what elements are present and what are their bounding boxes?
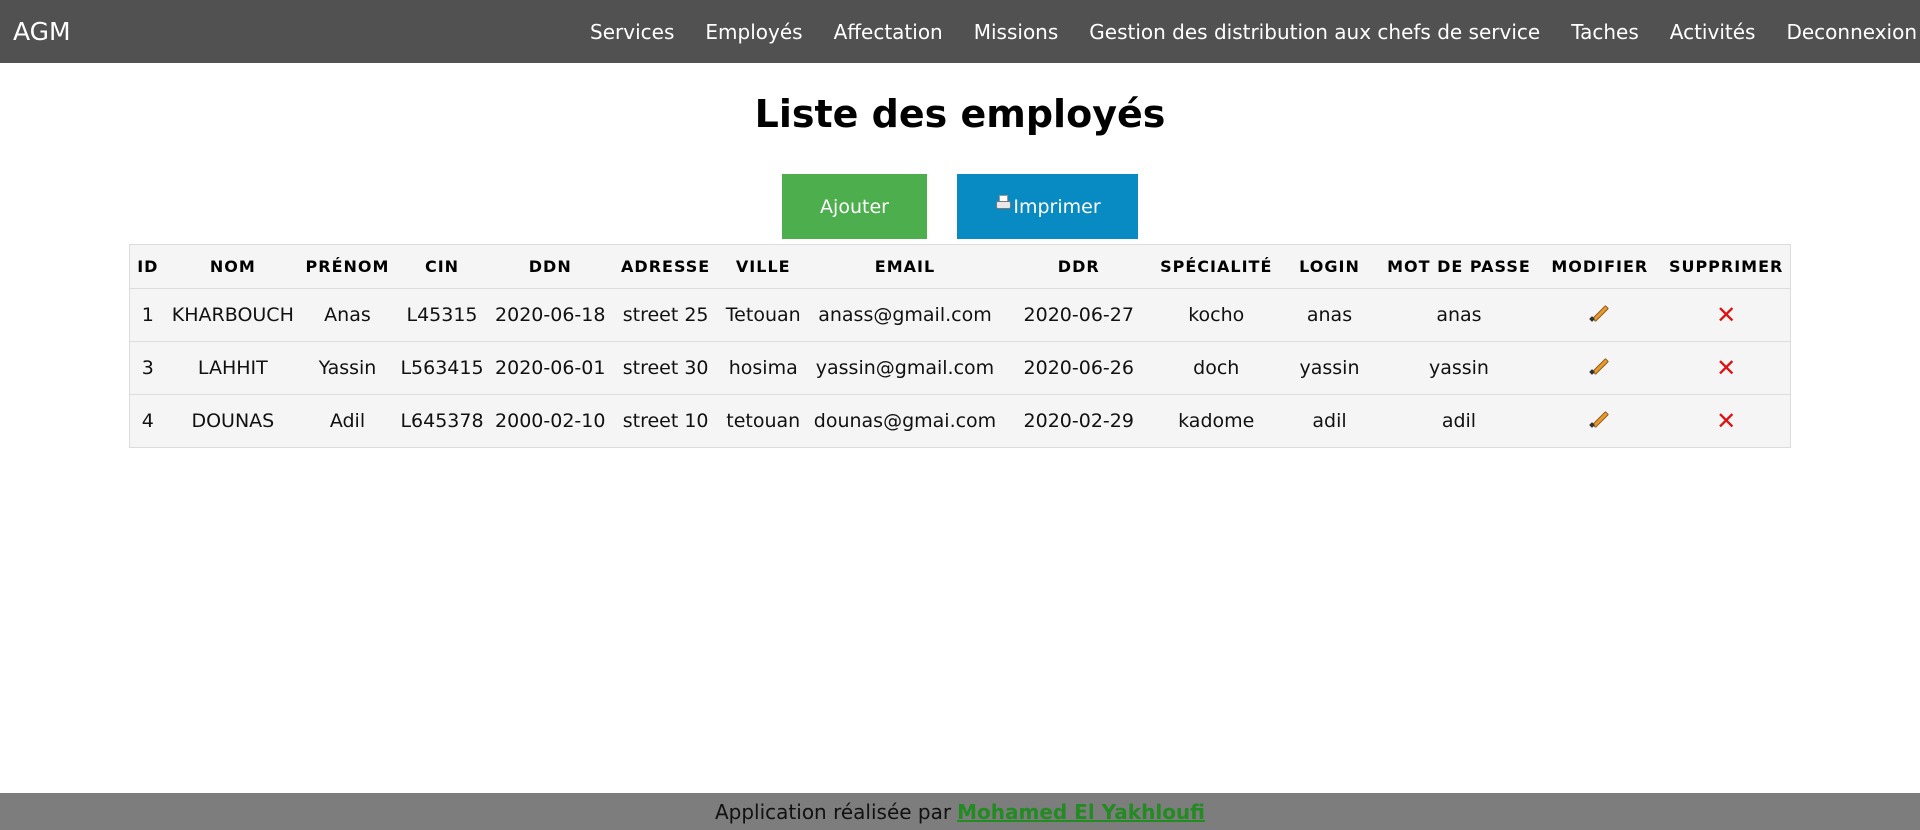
nav-item-activites[interactable]: Activités [1670, 20, 1756, 44]
table-row: 1 KHARBOUCH Anas L45315 2020-06-18 stree… [129, 288, 1791, 342]
cell-ddr: 2020-06-27 [1003, 288, 1155, 342]
cell-mot-de-passe: yassin [1380, 341, 1538, 395]
cell-specialite: doch [1154, 341, 1279, 395]
cell-prenom: Yassin [300, 341, 395, 395]
cell-nom: KHARBOUCH [165, 288, 301, 342]
cell-prenom: Anas [300, 288, 395, 342]
table-body: 1 KHARBOUCH Anas L45315 2020-06-18 stree… [129, 288, 1791, 448]
cell-ville: tetouan [726, 410, 801, 432]
col-header-ddn: DDN [489, 244, 612, 289]
col-header-ville: VILLE [719, 244, 807, 289]
cell-cin: L563415 [394, 341, 490, 395]
pencil-icon[interactable] [1588, 302, 1611, 324]
nav-menu: Services Employés Affectation Missions G… [559, 0, 1920, 63]
cell-id: 3 [129, 341, 166, 395]
nav-item-gestion-distribution[interactable]: Gestion des distribution aux chefs de se… [1089, 20, 1540, 44]
cell-modifier [1537, 288, 1663, 342]
cell-adresse: street 10 [622, 410, 709, 432]
cell-modifier [1537, 341, 1663, 395]
col-header-ddr: DDR [1003, 244, 1155, 289]
cell-nom: LAHHIT [165, 341, 301, 395]
cell-cin: L45315 [394, 288, 490, 342]
table-row: 3 LAHHIT Yassin L563415 2020-06-01 stree… [129, 341, 1791, 395]
pencil-icon[interactable] [1588, 355, 1611, 377]
cell-ddn: 2020-06-01 [489, 341, 612, 395]
cell-id: 4 [141, 410, 154, 432]
cell-supprimer: ✕ [1662, 341, 1791, 395]
nav-item-missions[interactable]: Missions [974, 20, 1059, 44]
cell-login: adil [1312, 410, 1347, 432]
cell-adresse: street 25 [611, 288, 720, 342]
header-row: ID NOM PRÉNOM CIN DDN ADRESSE VILLE EMAI… [129, 244, 1791, 289]
action-buttons: Ajouter Imprimer [0, 174, 1920, 239]
printer-icon [994, 194, 1012, 213]
nav-item-employes[interactable]: Employés [705, 20, 802, 44]
cell-nom: DOUNAS [191, 410, 275, 432]
cell-mot-de-passe: adil [1441, 410, 1477, 432]
nav-item-taches[interactable]: Taches [1571, 20, 1639, 44]
col-header-cin: CIN [394, 244, 490, 289]
col-header-specialite: SPÉCIALITÉ [1154, 244, 1279, 289]
nav-item-services[interactable]: Services [590, 20, 674, 44]
close-icon[interactable]: ✕ [1716, 409, 1736, 433]
cell-ddr: 2020-06-26 [1003, 341, 1155, 395]
pencil-icon[interactable] [1588, 408, 1611, 430]
cell-supprimer: ✕ [1662, 288, 1791, 342]
cell-email: yassin@gmail.com [806, 341, 1004, 395]
col-header-login: LOGIN [1278, 244, 1381, 289]
cell-ddn: 2020-06-18 [489, 288, 612, 342]
nav-item-affectation[interactable]: Affectation [834, 20, 943, 44]
footer: Application réalisée par Mohamed El Yakh… [0, 793, 1920, 830]
cell-modifier [1537, 395, 1662, 448]
cell-ddr: 2020-02-29 [1023, 410, 1134, 432]
print-button[interactable]: Imprimer [957, 174, 1138, 239]
close-icon[interactable]: ✕ [1716, 303, 1736, 327]
cell-email: anass@gmail.com [806, 288, 1004, 342]
footer-text: Application réalisée par [714, 799, 952, 824]
cell-ddn: 2000-02-10 [495, 410, 606, 432]
cell-mot-de-passe: anas [1380, 288, 1538, 342]
close-icon[interactable]: ✕ [1716, 356, 1736, 380]
cell-login: yassin [1278, 341, 1381, 395]
cell-prenom: Adil [329, 410, 366, 432]
cell-email: dounas@gmai.com [813, 410, 997, 432]
col-header-adresse: ADRESSE [611, 244, 720, 289]
cell-ville: hosima [719, 341, 807, 395]
col-header-email: EMAIL [806, 244, 1004, 289]
table-row: 4 DOUNAS Adil L645378 2000-02-10 street … [130, 395, 1791, 448]
cell-cin: L645378 [400, 410, 484, 432]
print-button-label: Imprimer [1013, 195, 1101, 218]
cell-ville: Tetouan [719, 288, 807, 342]
page-title: Liste des employés [754, 92, 1166, 136]
brand-logo[interactable]: AGM [0, 17, 71, 46]
employees-table: ID NOM PRÉNOM CIN DDN ADRESSE VILLE EMAI… [129, 244, 1791, 448]
nav-item-deconnexion[interactable]: Deconnexion [1786, 20, 1917, 44]
add-button[interactable]: Ajouter [782, 174, 927, 239]
cell-adresse: street 30 [611, 341, 720, 395]
cell-specialite: kadome [1178, 410, 1255, 432]
col-header-nom: NOM [165, 244, 301, 289]
table-header: ID NOM PRÉNOM CIN DDN ADRESSE VILLE EMAI… [129, 244, 1791, 289]
col-header-supprimer: SUPPRIMER [1662, 244, 1791, 289]
col-header-modifier: MODIFIER [1537, 244, 1663, 289]
col-header-prenom: PRÉNOM [300, 244, 395, 289]
cell-id: 1 [129, 288, 166, 342]
cell-login: anas [1278, 288, 1381, 342]
cell-specialite: kocho [1154, 288, 1279, 342]
cell-supprimer: ✕ [1662, 395, 1790, 448]
footer-author-link[interactable]: Mohamed El Yakhloufi [957, 800, 1205, 824]
col-header-mot-de-passe: MOT DE PASSE [1380, 244, 1538, 289]
top-navbar: AGM Services Employés Affectation Missio… [0, 0, 1920, 63]
col-header-id: ID [129, 244, 166, 289]
